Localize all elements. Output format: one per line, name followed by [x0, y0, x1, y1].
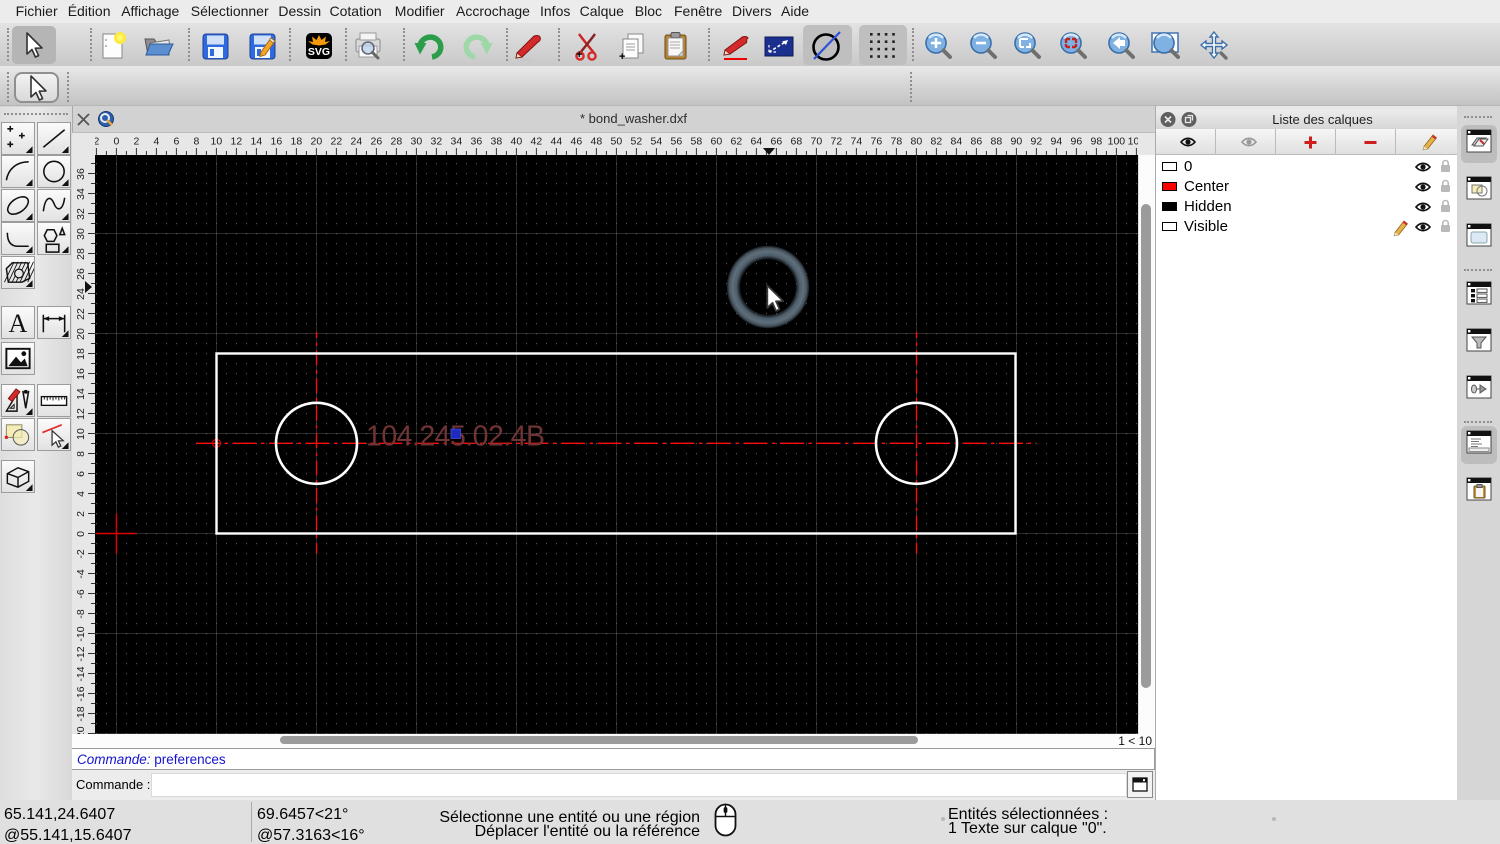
svg-text:14: 14	[75, 388, 87, 400]
svg-text:84: 84	[951, 136, 963, 148]
svg-text:64: 64	[751, 136, 763, 148]
svg-text:16: 16	[271, 136, 283, 148]
svg-text:30: 30	[411, 136, 423, 148]
svg-text:70: 70	[811, 136, 823, 148]
svg-text:-2: -2	[75, 549, 87, 558]
svg-text:96: 96	[1071, 136, 1083, 148]
svg-text:36: 36	[75, 168, 87, 180]
svg-text:+: +	[619, 51, 625, 62]
svg-text:2: 2	[95, 136, 99, 148]
svg-text:98: 98	[1091, 136, 1103, 148]
svg-text:4: 4	[75, 491, 87, 497]
svg-text:2: 2	[133, 136, 139, 148]
svg-text:54: 54	[651, 136, 663, 148]
svg-text:28: 28	[391, 136, 403, 148]
svg-text:78: 78	[891, 136, 903, 148]
svg-text:20: 20	[311, 136, 323, 148]
svg-text:6: 6	[173, 136, 179, 148]
svg-text:72: 72	[831, 136, 843, 148]
svg-text:36: 36	[471, 136, 483, 148]
svg-text:56: 56	[671, 136, 683, 148]
svg-text:100: 100	[1108, 136, 1126, 148]
svg-text:-20: -20	[75, 726, 87, 734]
svg-text:A: A	[9, 309, 28, 338]
svg-text:-6: -6	[75, 589, 87, 598]
svg-text:44: 44	[551, 136, 563, 148]
svg-text:18: 18	[291, 136, 303, 148]
svg-text:94: 94	[1051, 136, 1063, 148]
svg-text:58: 58	[691, 136, 703, 148]
svg-text:4: 4	[153, 136, 159, 148]
svg-text:38: 38	[491, 136, 503, 148]
svg-text:86: 86	[971, 136, 983, 148]
svg-text:42: 42	[531, 136, 543, 148]
svg-text:32: 32	[75, 208, 87, 220]
svg-text:16: 16	[75, 368, 87, 380]
svg-text:26: 26	[371, 136, 383, 148]
svg-text:24: 24	[351, 136, 363, 148]
svg-text:46: 46	[571, 136, 583, 148]
svg-text:48: 48	[591, 136, 603, 148]
svg-text:32: 32	[431, 136, 443, 148]
svg-text:-14: -14	[75, 666, 87, 681]
svg-text:76: 76	[871, 136, 883, 148]
svg-text:40: 40	[511, 136, 523, 148]
svg-text:-4: -4	[75, 569, 87, 578]
svg-text:50: 50	[611, 136, 623, 148]
svg-text:24: 24	[75, 288, 87, 300]
svg-text:92: 92	[1031, 136, 1043, 148]
svg-text:62: 62	[731, 136, 743, 148]
svg-text:80: 80	[911, 136, 923, 148]
svg-text:8: 8	[75, 451, 87, 457]
svg-text:10: 10	[211, 136, 223, 148]
svg-text:26: 26	[75, 268, 87, 280]
svg-text:90: 90	[1011, 136, 1023, 148]
svg-text:66: 66	[771, 136, 783, 148]
svg-text:0: 0	[75, 531, 87, 537]
svg-text:20: 20	[75, 328, 87, 340]
svg-text:+: +	[576, 49, 582, 61]
svg-text:102: 102	[1128, 136, 1138, 148]
svg-text:60: 60	[711, 136, 723, 148]
svg-text:30: 30	[75, 228, 87, 240]
svg-text:18: 18	[75, 348, 87, 360]
svg-text:12: 12	[75, 408, 87, 420]
svg-text:22: 22	[331, 136, 343, 148]
svg-text:6: 6	[75, 471, 87, 477]
svg-text:SVG: SVG	[308, 46, 330, 58]
svg-text:-18: -18	[75, 706, 87, 721]
svg-text:14: 14	[251, 136, 263, 148]
svg-text:10: 10	[75, 428, 87, 440]
svg-text:82: 82	[931, 136, 943, 148]
svg-text:88: 88	[991, 136, 1003, 148]
svg-text:22: 22	[75, 308, 87, 320]
svg-text:34: 34	[75, 188, 87, 200]
svg-text:0: 0	[113, 136, 119, 148]
svg-text:8: 8	[193, 136, 199, 148]
svg-text:-12: -12	[75, 646, 87, 661]
svg-text:-10: -10	[75, 626, 87, 641]
svg-text:-8: -8	[75, 609, 87, 618]
svg-text:68: 68	[791, 136, 803, 148]
svg-text:34: 34	[451, 136, 463, 148]
svg-text:74: 74	[851, 136, 863, 148]
svg-text:2: 2	[75, 511, 87, 517]
svg-text:28: 28	[75, 248, 87, 260]
svg-text:52: 52	[631, 136, 643, 148]
svg-text:12: 12	[231, 136, 243, 148]
svg-text:-16: -16	[75, 686, 87, 701]
